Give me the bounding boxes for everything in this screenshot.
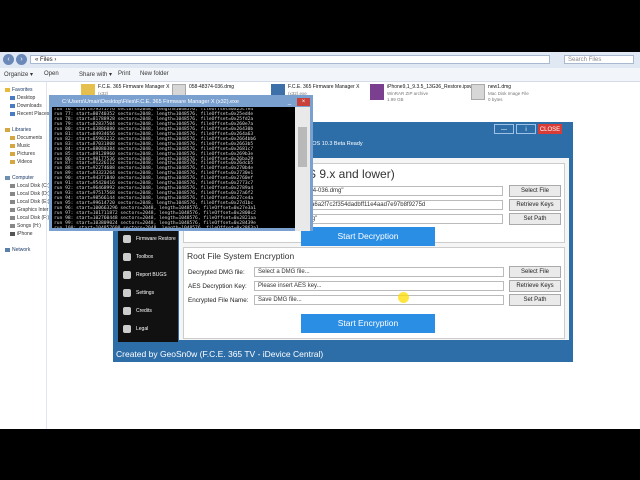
minimize-button[interactable]: — xyxy=(494,124,514,134)
nav-item[interactable]: Pictures xyxy=(10,151,35,157)
drive-icon xyxy=(10,207,15,212)
nav-item[interactable]: Libraries xyxy=(5,127,31,133)
nav-item[interactable]: Local Disk (C:) xyxy=(10,183,50,189)
drive-icon xyxy=(10,215,15,220)
field-label: AES Decryption Key: xyxy=(188,283,247,290)
documents-icon xyxy=(10,135,15,140)
sidebar-item-toolbox[interactable]: Toolbox xyxy=(118,250,178,264)
library-icon xyxy=(5,127,10,132)
console-close-button[interactable]: × xyxy=(297,98,310,106)
file-item[interactable]: iPhone9,1_9.3.5_13G36_Restore.ipsw WinRA… xyxy=(370,84,473,106)
nav-item[interactable]: iPhone xyxy=(10,231,33,237)
console-minimize-button[interactable]: _ xyxy=(284,98,295,106)
console-window: C:\Users\Umair\Desktop\Files\F.C.E. 365 … xyxy=(49,95,313,231)
start-decryption-button[interactable]: Start Decryption xyxy=(301,227,435,246)
nav-item[interactable]: Graphics Inter xyxy=(10,207,48,213)
computer-icon xyxy=(5,175,10,180)
nav-item[interactable]: Local Disk (F:) xyxy=(10,215,49,221)
drive-icon xyxy=(10,223,15,228)
mouse-cursor-highlight xyxy=(398,292,409,303)
sidebar-item-firmware-restore[interactable]: Firmware Restore xyxy=(118,232,178,246)
toolbar-new-folder[interactable]: New folder xyxy=(140,71,169,77)
field-label: Decrypted DMG file: xyxy=(188,269,245,276)
toolbar-open[interactable]: Open xyxy=(44,71,59,77)
star-icon xyxy=(5,87,10,92)
toolbar-organize[interactable]: Organize ▾ xyxy=(4,71,33,78)
network-icon xyxy=(5,247,10,252)
info-button[interactable]: i xyxy=(516,124,536,134)
footer-credit: Created by GeoSn0w (F.C.E. 365 TV - iDev… xyxy=(116,349,324,359)
decrypted-dmg-field[interactable]: Select a DMG file... xyxy=(254,267,504,277)
retrieve-keys-button[interactable]: Retrieve Keys xyxy=(509,199,561,211)
aes-decryption-key-field[interactable]: Please insert AES key... xyxy=(254,281,504,291)
nav-item[interactable]: Network xyxy=(5,247,30,253)
console-scrollbar[interactable] xyxy=(295,107,310,231)
select-file-button[interactable]: Select File xyxy=(509,185,561,197)
sidebar-item-credits[interactable]: Credits xyxy=(118,304,178,318)
toolbar-print[interactable]: Print xyxy=(118,71,130,77)
toolbox-icon xyxy=(123,253,131,261)
videos-icon xyxy=(10,159,15,164)
beta-badge: iOS 10.3 Beta Ready xyxy=(311,141,363,147)
field-label: Encrypted File Name: xyxy=(188,297,249,304)
sidebar-item-report-bugs[interactable]: Report BUGS xyxy=(118,268,178,282)
drive-icon xyxy=(10,183,15,188)
set-path-button[interactable]: Set Path xyxy=(509,294,561,306)
gear-icon xyxy=(123,289,131,297)
phone-icon xyxy=(10,231,15,236)
disk-image-icon xyxy=(471,84,485,100)
explorer-address-bar: ‹ › « Files › Search Files xyxy=(0,52,640,69)
address-input[interactable]: « Files › xyxy=(30,55,550,64)
console-title: C:\Users\Umair\Desktop\Files\F.C.E. 365 … xyxy=(52,98,310,107)
sidebar-item-legal[interactable]: Legal xyxy=(118,322,178,336)
nav-item[interactable]: Local Disk (D:) xyxy=(10,191,50,197)
close-button[interactable]: CLOSE xyxy=(538,124,562,134)
toolbar-share[interactable]: Share with ▾ xyxy=(79,71,112,78)
downloads-icon xyxy=(10,103,15,108)
retrieve-keys-button[interactable]: Retrieve Keys xyxy=(509,280,561,292)
back-arrow-icon[interactable]: ‹ xyxy=(3,54,14,65)
nav-item[interactable]: Favorites xyxy=(5,87,33,93)
section-title: Root File System Encryption xyxy=(187,251,295,261)
desktop-screen: ‹ › « Files › Search Files Organize ▾ Op… xyxy=(0,52,640,429)
pictures-icon xyxy=(10,151,15,156)
recent-icon xyxy=(10,111,15,116)
explorer-nav-pane: Favorites Desktop Downloads Recent Place… xyxy=(0,82,50,429)
drive-icon xyxy=(10,191,15,196)
explorer-toolbar: Organize ▾ Open Share with ▾ Print New f… xyxy=(0,68,640,82)
nav-item[interactable]: Desktop xyxy=(10,95,35,101)
restore-icon xyxy=(123,235,131,243)
console-line: run 100: start=104857600 sectors=2048, l… xyxy=(54,226,292,228)
nav-item[interactable]: Videos xyxy=(10,159,32,165)
rootfs-encryption-section: Root File System Encryption Decrypted DM… xyxy=(183,247,565,339)
nav-item[interactable]: Documents xyxy=(10,135,42,141)
app-sidebar: Firmware Restore Toolbox Report BUGS Set… xyxy=(118,230,178,342)
sidebar-item-settings[interactable]: Settings xyxy=(118,286,178,300)
console-output: run 76: start=79571776 sectors=2048, len… xyxy=(54,108,292,228)
select-file-button[interactable]: Select File xyxy=(509,266,561,278)
bug-icon xyxy=(123,271,131,279)
nav-item[interactable]: Music xyxy=(10,143,30,149)
nav-item[interactable]: Computer xyxy=(5,175,34,181)
nav-item[interactable]: Songs (H:) xyxy=(10,223,41,229)
start-encryption-button[interactable]: Start Encryption xyxy=(301,314,435,333)
credits-icon xyxy=(123,307,131,315)
scrollbar-thumb[interactable] xyxy=(298,127,307,167)
encrypted-file-name-field[interactable]: Save DMG file... xyxy=(254,295,504,305)
legal-icon xyxy=(123,325,131,333)
music-icon xyxy=(10,143,15,148)
nav-item[interactable]: Local Disk (E:) xyxy=(10,199,50,205)
winrar-archive-icon xyxy=(370,84,384,100)
nav-item[interactable]: Downloads xyxy=(10,103,42,109)
desktop-icon xyxy=(10,95,15,100)
nav-item[interactable]: Recent Places xyxy=(10,111,49,117)
drive-icon xyxy=(10,199,15,204)
file-item[interactable]: new1.dmg Mac Disk Image File 0 bytes xyxy=(471,84,551,106)
search-input[interactable]: Search Files xyxy=(564,55,634,64)
forward-arrow-icon[interactable]: › xyxy=(16,54,27,65)
set-path-button[interactable]: Set Path xyxy=(509,213,561,225)
